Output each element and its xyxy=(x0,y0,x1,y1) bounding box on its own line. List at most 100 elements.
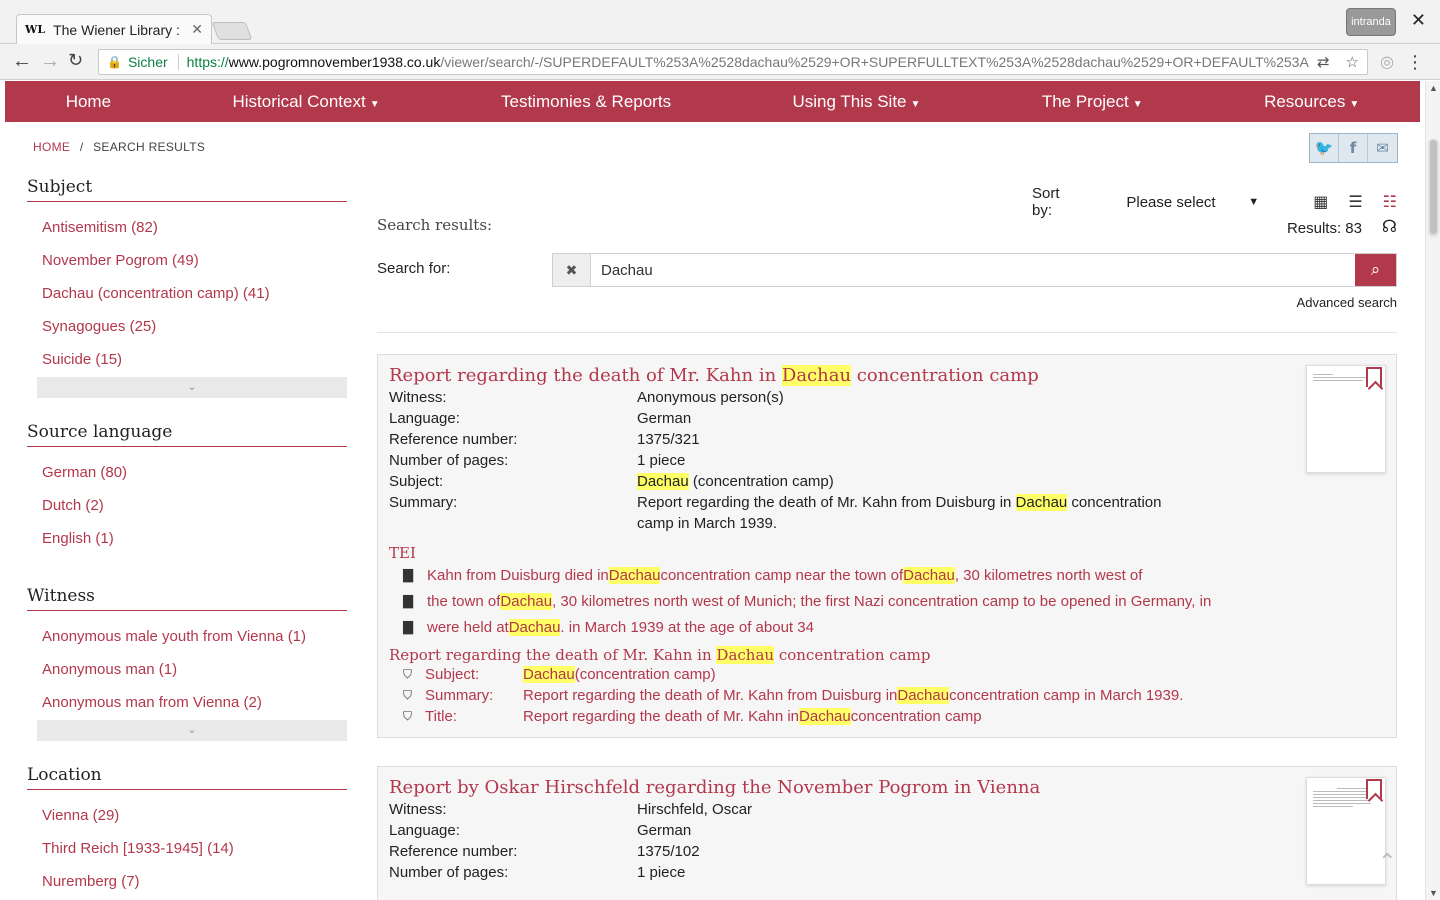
search-input[interactable]: Dachau xyxy=(591,254,1355,286)
hit-title-text: concentration camp xyxy=(851,365,1039,386)
tab-title: The Wiener Library : xyxy=(53,21,180,38)
metadata-hit[interactable]: ⛉ Title: Report regarding the death of Mr.… xyxy=(389,706,1385,727)
search-highlight: Dachau xyxy=(508,618,561,636)
clear-search-icon[interactable]: ✖ xyxy=(553,254,591,286)
nav-label: Testimonies & Reports xyxy=(501,91,672,111)
reload-icon[interactable]: ↻ xyxy=(68,50,83,71)
bookmark-toggle-icon[interactable] xyxy=(1366,367,1382,387)
extension-icon[interactable]: ◎ xyxy=(1380,52,1394,72)
fulltext-text: were held at xyxy=(427,618,509,636)
meta-key: Subject: xyxy=(389,473,444,490)
bookmark-star-icon[interactable]: ☆ xyxy=(1346,53,1359,71)
metadata-hit-key: Summary: xyxy=(425,687,494,704)
thumb-line xyxy=(1313,806,1353,807)
browser-menu-icon[interactable]: ⋮ xyxy=(1406,52,1424,73)
facet-item[interactable]: Vienna (29) xyxy=(27,806,347,839)
nav-home[interactable]: Home xyxy=(66,92,111,112)
breadcrumb-current: SEARCH RESULTS xyxy=(93,140,206,154)
scrollbar-thumb[interactable] xyxy=(1429,139,1438,235)
facet-title: Witness xyxy=(27,586,347,611)
window-close-icon[interactable]: ✕ xyxy=(1411,10,1426,31)
url-path: /viewer/search/-/SUPERDEFAULT%253A%2528d… xyxy=(440,54,1309,70)
breadcrumb-home[interactable]: HOME xyxy=(33,140,70,154)
browser-tabbar: WL The Wiener Library : ✕ intranda ✕ xyxy=(0,0,1440,44)
search-highlight: Dachau xyxy=(523,666,575,683)
nav-historical-context[interactable]: Historical Context ▼ xyxy=(232,92,379,112)
meta-value: 1 piece xyxy=(637,864,686,881)
expand-facet-button[interactable]: ⌄ xyxy=(37,377,347,398)
page-scrollbar[interactable]: ▲ ▼ xyxy=(1425,81,1440,900)
bookmark-icon: ⛉ xyxy=(403,709,413,723)
meta-row: Number of pages: 1 piece xyxy=(389,862,1385,883)
facet-item[interactable]: Third Reich [1933-1945] (14) xyxy=(27,839,347,872)
nav-resources[interactable]: Resources ▼ xyxy=(1264,92,1359,112)
facet-witness: Witness Anonymous male youth from Vienna… xyxy=(27,586,347,741)
scroll-down-icon[interactable]: ▼ xyxy=(1429,888,1438,898)
address-bar[interactable]: 🔒 Sicher https://www.pogromnovember1938.… xyxy=(98,49,1368,75)
facet-item[interactable]: German (80) xyxy=(27,463,347,496)
facet-item[interactable]: Nuremberg (7) xyxy=(27,872,347,900)
meta-key: Language: xyxy=(389,410,460,427)
rss-icon[interactable]: ☊ xyxy=(1382,217,1397,237)
grid-view-icon[interactable]: ▦ xyxy=(1313,192,1328,212)
search-highlight: Dachau xyxy=(799,708,851,725)
translate-icon[interactable]: ⇄ xyxy=(1317,53,1330,71)
nav-testimonies[interactable]: Testimonies & Reports xyxy=(501,92,671,112)
tei-heading: TEI xyxy=(389,544,416,562)
facet-item[interactable]: Synagogues (25) xyxy=(27,317,347,350)
fulltext-hit[interactable]: ▇ the town of Dachau, 30 kilometres north… xyxy=(389,588,1385,614)
scroll-to-top-icon[interactable]: ⌃ xyxy=(1378,849,1396,875)
profile-badge[interactable]: intranda xyxy=(1346,8,1396,36)
twitter-icon[interactable]: 🐦 xyxy=(1310,134,1339,162)
detail-list-view-icon[interactable]: ☷ xyxy=(1383,192,1397,212)
forward-icon[interactable]: → xyxy=(40,50,60,73)
metadata-hit-text: (concentration camp) xyxy=(574,666,716,683)
meta-value: German xyxy=(637,822,692,839)
bookmark-toggle-icon[interactable] xyxy=(1366,779,1382,799)
expand-facet-button[interactable]: ⌄ xyxy=(37,720,347,741)
hit-title[interactable]: Report by Oskar Hirschfeld regarding the… xyxy=(389,777,1385,798)
facet-item[interactable]: Dutch (2) xyxy=(27,496,347,529)
facet-item[interactable]: Antisemitism (82) xyxy=(27,218,347,251)
facet-item[interactable]: Anonymous man (1) xyxy=(27,660,347,693)
nav-label: Historical Context xyxy=(232,91,366,111)
nav-using-this-site[interactable]: Using This Site ▼ xyxy=(792,92,920,112)
facebook-icon[interactable]: f xyxy=(1339,134,1368,162)
search-submit-button[interactable]: ⌕ xyxy=(1355,254,1396,286)
facet-item[interactable]: November Pogrom (49) xyxy=(27,251,347,284)
fulltext-hit[interactable]: ▇ were held at Dachau. in March 1939 at t… xyxy=(389,614,1385,640)
metadata-hit-key: Subject: xyxy=(425,666,480,683)
email-icon[interactable]: ✉ xyxy=(1368,134,1397,162)
close-tab-icon[interactable]: ✕ xyxy=(191,21,203,38)
hit-title[interactable]: Report regarding the death of Mr. Kahn i… xyxy=(389,365,1385,386)
facet-item[interactable]: Anonymous male youth from Vienna (1) xyxy=(27,627,347,660)
meta-key: Reference number: xyxy=(389,431,518,448)
breadcrumb: HOME / SEARCH RESULTS xyxy=(33,140,205,154)
nav-label: The Project xyxy=(1041,91,1129,111)
url-host: www.pogromnovember1938.co.uk xyxy=(228,54,441,70)
list-view-icon[interactable]: ☰ xyxy=(1348,192,1362,212)
fulltext-text: . in March 1939 at the age of about 34 xyxy=(560,618,814,636)
share-buttons: 🐦 f ✉ xyxy=(1309,133,1398,163)
sort-select[interactable]: Please select ▼ xyxy=(1126,194,1259,211)
new-tab-button[interactable] xyxy=(211,22,253,40)
facet-item[interactable]: English (1) xyxy=(27,529,347,562)
metadata-heading-text: Report regarding the death of Mr. Kahn i… xyxy=(389,646,717,664)
facet-item[interactable]: Dachau (concentration camp) (41) xyxy=(27,284,347,317)
metadata-hit[interactable]: ⛉ Summary: Report regarding the death of M… xyxy=(389,685,1385,706)
url-text[interactable]: https://www.pogromnovember1938.co.uk/vie… xyxy=(187,54,1309,70)
scroll-up-icon[interactable]: ▲ xyxy=(1429,83,1438,93)
browser-tab[interactable]: WL The Wiener Library : ✕ xyxy=(16,14,212,44)
metadata-hit[interactable]: ⛉ Subject: Dachau (concentration camp) xyxy=(389,664,1385,685)
fulltext-text: , 30 kilometres north west of Munich; th… xyxy=(552,592,1212,610)
back-icon[interactable]: ← xyxy=(12,50,32,73)
url-scheme: https:// xyxy=(186,54,229,70)
fulltext-hit[interactable]: ▇ Kahn from Duisburg died in Dachau conce… xyxy=(389,562,1385,588)
advanced-search-link[interactable]: Advanced search xyxy=(1297,295,1397,310)
nav-the-project[interactable]: The Project ▼ xyxy=(1042,92,1143,112)
metadata-hit-text: Report regarding the death of Mr. Kahn f… xyxy=(523,687,898,704)
meta-value: 1375/321 xyxy=(637,431,700,448)
search-box: ✖ Dachau ⌕ xyxy=(552,253,1397,287)
chevron-down-icon: ⌄ xyxy=(187,724,197,736)
search-highlight: Dachau xyxy=(903,566,955,584)
